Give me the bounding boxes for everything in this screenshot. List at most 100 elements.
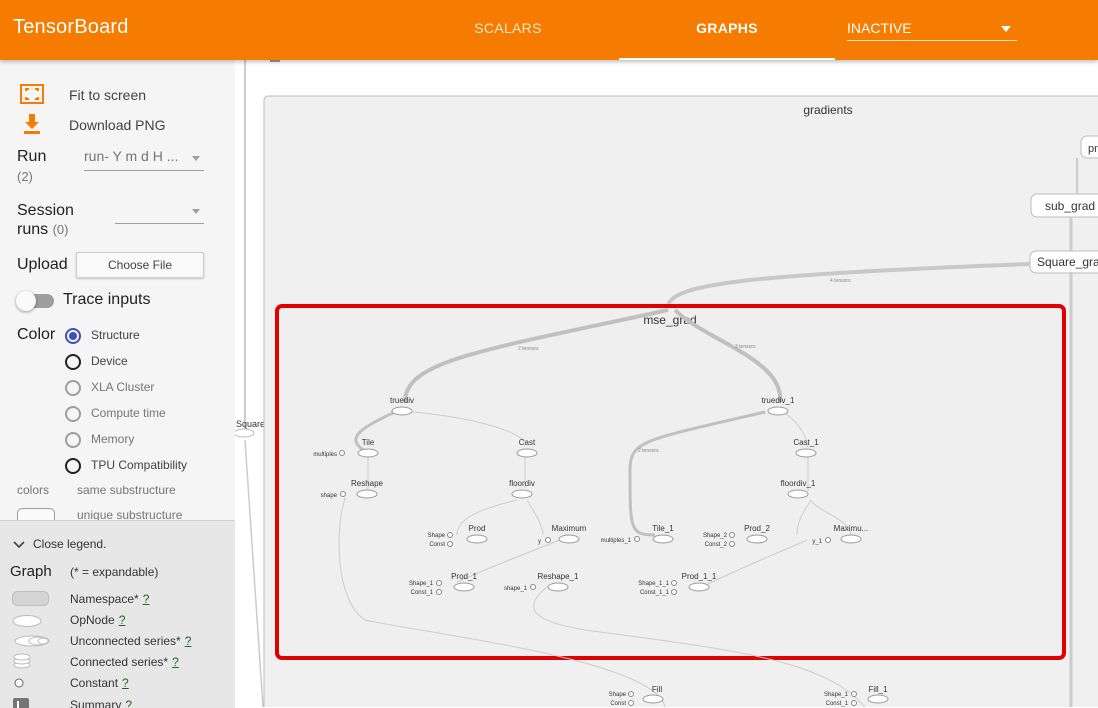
floordiv-1-node[interactable]	[787, 489, 809, 499]
run-select[interactable]: run- Y m d H ...	[84, 148, 204, 171]
fill1-const-const[interactable]	[851, 700, 857, 706]
floordiv-node[interactable]	[511, 489, 533, 499]
summary-node-top[interactable]	[270, 60, 280, 62]
fill1-shape-label: Shape_1	[824, 692, 849, 698]
choose-file-button[interactable]: Choose File	[76, 252, 204, 278]
shape-const[interactable]	[340, 491, 346, 497]
truediv-node[interactable]	[391, 406, 413, 416]
fit-to-screen-icon[interactable]	[20, 82, 44, 106]
close-legend-button[interactable]: Close legend.	[33, 537, 106, 551]
legend-connected-help[interactable]: ?	[172, 655, 179, 669]
color-option-xla-cluster[interactable]: XLA Cluster	[91, 380, 154, 394]
legend-unconnected-help[interactable]: ?	[185, 634, 192, 648]
run-count: (2)	[17, 169, 33, 184]
run-label: Run	[17, 148, 47, 165]
prod-2-node[interactable]	[746, 534, 768, 544]
square-node[interactable]	[235, 428, 255, 438]
session-runs-select[interactable]	[115, 201, 204, 224]
color-option-tpu[interactable]: TPU Compatibility	[91, 458, 187, 472]
edge-label-2-tensors: 2 tensors	[518, 346, 539, 352]
legend-namespace-label: Namespace*	[70, 592, 139, 606]
maximum-node[interactable]	[558, 534, 580, 544]
prod1-const-const[interactable]	[436, 589, 442, 595]
legend-connected-label: Connected series*	[70, 655, 169, 669]
inactive-dropdown-label: INACTIVE	[847, 20, 912, 36]
prod-node[interactable]	[466, 534, 488, 544]
color-option-memory[interactable]: Memory	[91, 432, 134, 446]
colors-label: colors	[17, 483, 50, 497]
prod11-shape-const[interactable]	[671, 580, 677, 586]
download-png-button[interactable]: Download PNG	[69, 117, 166, 133]
legend-namespace-help[interactable]: ?	[143, 592, 150, 606]
edge-square-down	[244, 439, 264, 707]
reshape-1-node[interactable]	[547, 582, 569, 592]
maximum-1-node[interactable]	[840, 534, 862, 544]
edge-label-2-tensors-b: 2 tensors	[638, 448, 659, 454]
fit-to-screen-button[interactable]: Fit to screen	[69, 87, 146, 103]
color-radio-memory[interactable]	[65, 432, 81, 448]
cast-1-node[interactable]	[795, 448, 817, 458]
square-grad-label: Square_grad	[1037, 255, 1098, 269]
fill-const-const[interactable]	[628, 700, 634, 706]
y1-const[interactable]	[825, 537, 831, 543]
prod-1-node[interactable]	[453, 582, 475, 592]
legend-constant: Constant?	[70, 676, 129, 690]
prod1-shape-const[interactable]	[436, 580, 442, 586]
edge-label-3-tensors: 3 tensors	[735, 344, 756, 350]
color-radio-structure[interactable]	[65, 328, 81, 344]
color-radio-xla-cluster[interactable]	[65, 380, 81, 396]
gradients-namespace-title: gradients	[803, 103, 852, 117]
tile-node[interactable]	[357, 448, 379, 458]
maximum-1-label: Maximu...	[834, 524, 869, 533]
multiples-1-const[interactable]	[634, 536, 640, 542]
color-option-compute-time[interactable]: Compute time	[91, 406, 166, 420]
upload-label: Upload	[17, 256, 68, 273]
active-tab-indicator	[619, 58, 835, 60]
color-radio-compute-time[interactable]	[65, 406, 81, 422]
constant-legend-icon	[14, 678, 24, 688]
truediv-1-label: truediv_1	[762, 396, 795, 405]
edge-label-4-tensors: 4 tensors	[830, 278, 851, 284]
reshape-node[interactable]	[356, 489, 378, 499]
app-title: TensorBoard	[13, 16, 129, 38]
graph-svg[interactable]: Square gradients pre sub_grad Square_gra…	[235, 60, 1098, 707]
color-radio-device[interactable]	[65, 354, 81, 370]
shape-1-const[interactable]	[530, 584, 536, 590]
inactive-dashboards-dropdown[interactable]: INACTIVE	[847, 20, 1017, 41]
fill-shape-const[interactable]	[628, 691, 634, 697]
chevron-down-icon[interactable]	[13, 540, 25, 550]
cast-node[interactable]	[516, 448, 538, 458]
maximum-label: Maximum	[552, 524, 587, 533]
color-option-structure[interactable]: Structure	[91, 328, 140, 342]
session-runs-label: runs (0)	[17, 221, 68, 239]
multiples-const[interactable]	[339, 450, 345, 456]
multiples-label: multiples	[313, 452, 337, 458]
prod1-const-label: Const_1	[411, 590, 434, 596]
fill-node[interactable]	[642, 694, 664, 704]
tab-scalars[interactable]: SCALARS	[448, 0, 568, 60]
trace-inputs-toggle-knob[interactable]	[16, 291, 36, 311]
legend-opnode-help[interactable]: ?	[119, 613, 126, 627]
legend-constant-help[interactable]: ?	[122, 676, 129, 690]
fill-1-node[interactable]	[867, 694, 889, 704]
tab-graphs[interactable]: GRAPHS	[619, 0, 835, 60]
unconnected-series-legend-icon	[14, 635, 50, 647]
mse-grad-namespace-highlight[interactable]	[275, 304, 1066, 660]
prod11-const-const[interactable]	[671, 589, 677, 595]
prod-shape-const[interactable]	[447, 532, 453, 538]
y-const[interactable]	[545, 537, 551, 543]
tile-1-node[interactable]	[652, 534, 674, 544]
color-radio-tpu[interactable]	[65, 458, 81, 474]
prod2-shape-const[interactable]	[729, 532, 735, 538]
graph-canvas[interactable]: Square gradients pre sub_grad Square_gra…	[235, 60, 1098, 707]
prod-1-1-node[interactable]	[688, 582, 710, 592]
fill1-shape-const[interactable]	[851, 691, 857, 697]
prod2-const-const[interactable]	[729, 541, 735, 547]
download-icon[interactable]	[20, 112, 44, 136]
shape-label: shape	[321, 493, 338, 499]
truediv-1-node[interactable]	[767, 406, 789, 416]
color-option-device[interactable]: Device	[91, 354, 128, 368]
connected-series-legend-icon	[13, 653, 31, 669]
top-app-bar: TensorBoard SCALARS GRAPHS INACTIVE	[0, 0, 1098, 60]
prod-const-const[interactable]	[447, 541, 453, 547]
